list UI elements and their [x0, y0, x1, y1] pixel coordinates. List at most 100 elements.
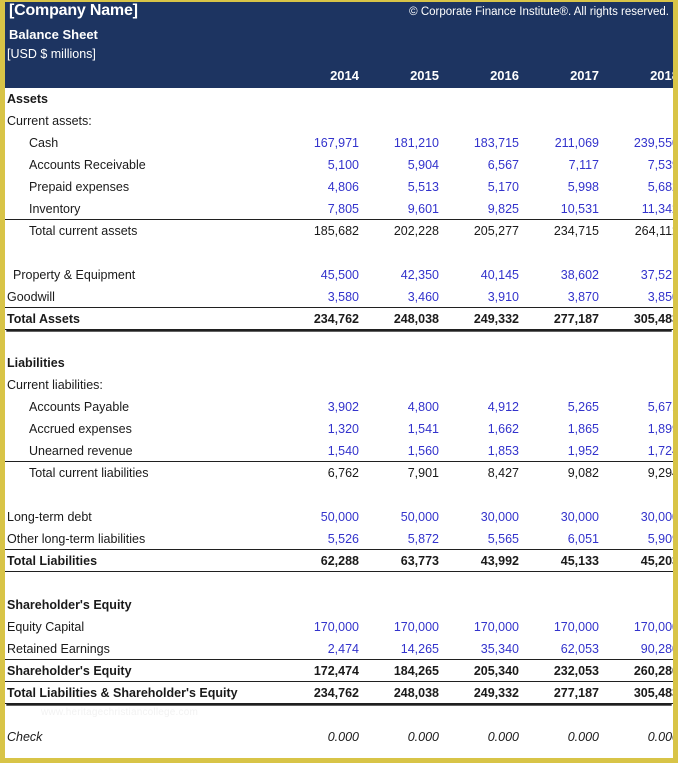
cell-2017[interactable]: 211,069: [523, 136, 603, 150]
cell-2018[interactable]: 5,671: [603, 400, 673, 414]
table-row-property-equipment[interactable]: Property & Equipment 45,500 42,350 40,14…: [5, 264, 673, 286]
cell-2018: 264,112: [634, 224, 678, 238]
cell-2014[interactable]: 170,000: [283, 620, 363, 634]
cell-2016[interactable]: 5,170: [443, 180, 523, 194]
table-row-accounts-receivable[interactable]: Accounts Receivable 5,100 5,904 6,567 7,…: [5, 154, 673, 176]
cell-2014[interactable]: 4,806: [283, 180, 363, 194]
cell-2016[interactable]: 1,853: [443, 444, 523, 458]
cell-2018[interactable]: 170,000: [603, 620, 673, 634]
cell-2016: 0.000: [487, 730, 519, 744]
cell-2016[interactable]: 4,912: [443, 400, 523, 414]
cell-2014[interactable]: 3,580: [283, 290, 363, 304]
table-row-long-term-debt[interactable]: Long-term debt 50,000 50,000 30,000 30,0…: [5, 506, 673, 528]
cell-2017[interactable]: 1,865: [523, 422, 603, 436]
cell-2016[interactable]: 6,567: [443, 158, 523, 172]
cell-2014[interactable]: 167,971: [283, 136, 363, 150]
column-header-year-2018: 2018: [650, 68, 678, 83]
row-label: Goodwill: [7, 289, 55, 304]
cell-2016[interactable]: 183,715: [443, 136, 523, 150]
cell-2015[interactable]: 14,265: [363, 642, 443, 656]
cell-2014[interactable]: 50,000: [283, 510, 363, 524]
cell-2014: 185,682: [313, 224, 359, 238]
cell-2016[interactable]: 9,825: [443, 202, 523, 216]
cell-2017[interactable]: 5,998: [523, 180, 603, 194]
cell-2017[interactable]: 62,053: [523, 642, 603, 656]
row-label: Total Liabilities & Shareholder's Equity: [7, 685, 238, 700]
cell-2016[interactable]: 30,000: [443, 510, 523, 524]
cell-2016[interactable]: 170,000: [443, 620, 523, 634]
column-header-year-2015: 2015: [410, 68, 439, 83]
cell-2015[interactable]: 1,541: [363, 422, 443, 436]
cell-2018[interactable]: 30,000: [603, 510, 673, 524]
table-row-accounts-payable[interactable]: Accounts Payable 3,902 4,800 4,912 5,265…: [5, 396, 673, 418]
table-row-accrued-expenses[interactable]: Accrued expenses 1,320 1,541 1,662 1,865…: [5, 418, 673, 440]
cell-2014[interactable]: 5,100: [283, 158, 363, 172]
row-label: Inventory: [29, 201, 81, 216]
cell-2015[interactable]: 50,000: [363, 510, 443, 524]
table-row-inventory[interactable]: Inventory 7,805 9,601 9,825 10,531 11,34…: [5, 198, 673, 220]
cell-2014[interactable]: 3,902: [283, 400, 363, 414]
row-label: Accounts Receivable: [29, 158, 146, 172]
cell-2015[interactable]: 1,560: [363, 444, 443, 458]
cell-2018[interactable]: 37,521: [603, 268, 673, 282]
cell-2018[interactable]: 239,550: [603, 136, 673, 150]
cell-2018[interactable]: 7,539: [603, 158, 673, 172]
cell-2015[interactable]: 170,000: [363, 620, 443, 634]
cell-2017[interactable]: 3,870: [523, 290, 603, 304]
row-label: Prepaid expenses: [29, 180, 130, 194]
cell-2016[interactable]: 35,340: [443, 642, 523, 656]
cell-2015[interactable]: 181,210: [363, 136, 443, 150]
row-label: Property & Equipment: [13, 268, 136, 282]
cell-2015: 248,038: [393, 685, 439, 700]
table-row-total-assets: Total Assets 234,762 248,038 249,332 277…: [5, 308, 673, 330]
table-row-other-long-term-liabilities[interactable]: Other long-term liabilities 5,526 5,872 …: [5, 528, 673, 550]
cell-2014[interactable]: 2,474: [283, 642, 363, 656]
cell-2017[interactable]: 6,051: [523, 532, 603, 546]
cell-2015[interactable]: 9,601: [363, 202, 443, 216]
cell-2018[interactable]: 5,909: [603, 532, 673, 546]
balance-sheet-document: [Company Name] © Corporate Finance Insti…: [0, 0, 678, 763]
cell-2017[interactable]: 7,117: [523, 158, 603, 172]
cell-2017[interactable]: 170,000: [523, 620, 603, 634]
row-label: Total Assets: [7, 311, 80, 326]
table-row-equity-capital[interactable]: Equity Capital 170,000 170,000 170,000 1…: [5, 616, 673, 638]
cell-2017[interactable]: 38,602: [523, 268, 603, 282]
cell-2018[interactable]: 3,850: [603, 290, 673, 304]
cell-2015[interactable]: 42,350: [363, 268, 443, 282]
cell-2014[interactable]: 1,320: [283, 422, 363, 436]
cell-2018[interactable]: 1,899: [603, 422, 673, 436]
cell-2015[interactable]: 5,904: [363, 158, 443, 172]
table-row-goodwill[interactable]: Goodwill 3,580 3,460 3,910 3,870 3,850: [5, 286, 673, 308]
cell-2014[interactable]: 45,500: [283, 268, 363, 282]
cell-2014: 172,474: [313, 663, 359, 678]
row-label: Check: [7, 730, 43, 744]
cell-2016[interactable]: 3,910: [443, 290, 523, 304]
cell-2014[interactable]: 1,540: [283, 444, 363, 458]
cell-2018[interactable]: 1,724: [603, 444, 673, 458]
cell-2015[interactable]: 4,800: [363, 400, 443, 414]
cell-2015[interactable]: 5,872: [363, 532, 443, 546]
row-label: Retained Earnings: [7, 641, 110, 656]
cell-2016[interactable]: 40,145: [443, 268, 523, 282]
cell-2018[interactable]: 90,280: [603, 642, 673, 656]
cell-2017[interactable]: 1,952: [523, 444, 603, 458]
cell-2015[interactable]: 3,460: [363, 290, 443, 304]
row-label: Cash: [29, 136, 59, 150]
cell-2017[interactable]: 5,265: [523, 400, 603, 414]
table-row-prepaid-expenses[interactable]: Prepaid expenses 4,806 5,513 5,170 5,998…: [5, 176, 673, 198]
cell-2016[interactable]: 1,662: [443, 422, 523, 436]
cell-2017[interactable]: 30,000: [523, 510, 603, 524]
cell-2018[interactable]: 11,342: [603, 202, 673, 216]
cell-2018[interactable]: 5,682: [603, 180, 673, 194]
table-row-unearned-revenue[interactable]: Unearned revenue 1,540 1,560 1,853 1,952…: [5, 440, 673, 462]
cell-2017[interactable]: 10,531: [523, 202, 603, 216]
cell-2014[interactable]: 7,805: [283, 202, 363, 216]
table-row-retained-earnings[interactable]: Retained Earnings 2,474 14,265 35,340 62…: [5, 638, 673, 660]
row-label: Accounts Payable: [29, 400, 130, 414]
cell-2016[interactable]: 5,565: [443, 532, 523, 546]
cell-2014[interactable]: 5,526: [283, 532, 363, 546]
table-row-cash[interactable]: Cash 167,971 181,210 183,715 211,069 239…: [5, 132, 673, 154]
cell-2015[interactable]: 5,513: [363, 180, 443, 194]
table-row-total-liabilities: Total Liabilities 62,288 63,773 43,992 4…: [5, 550, 673, 572]
subsection-heading-current-assets: Current assets:: [5, 110, 673, 132]
